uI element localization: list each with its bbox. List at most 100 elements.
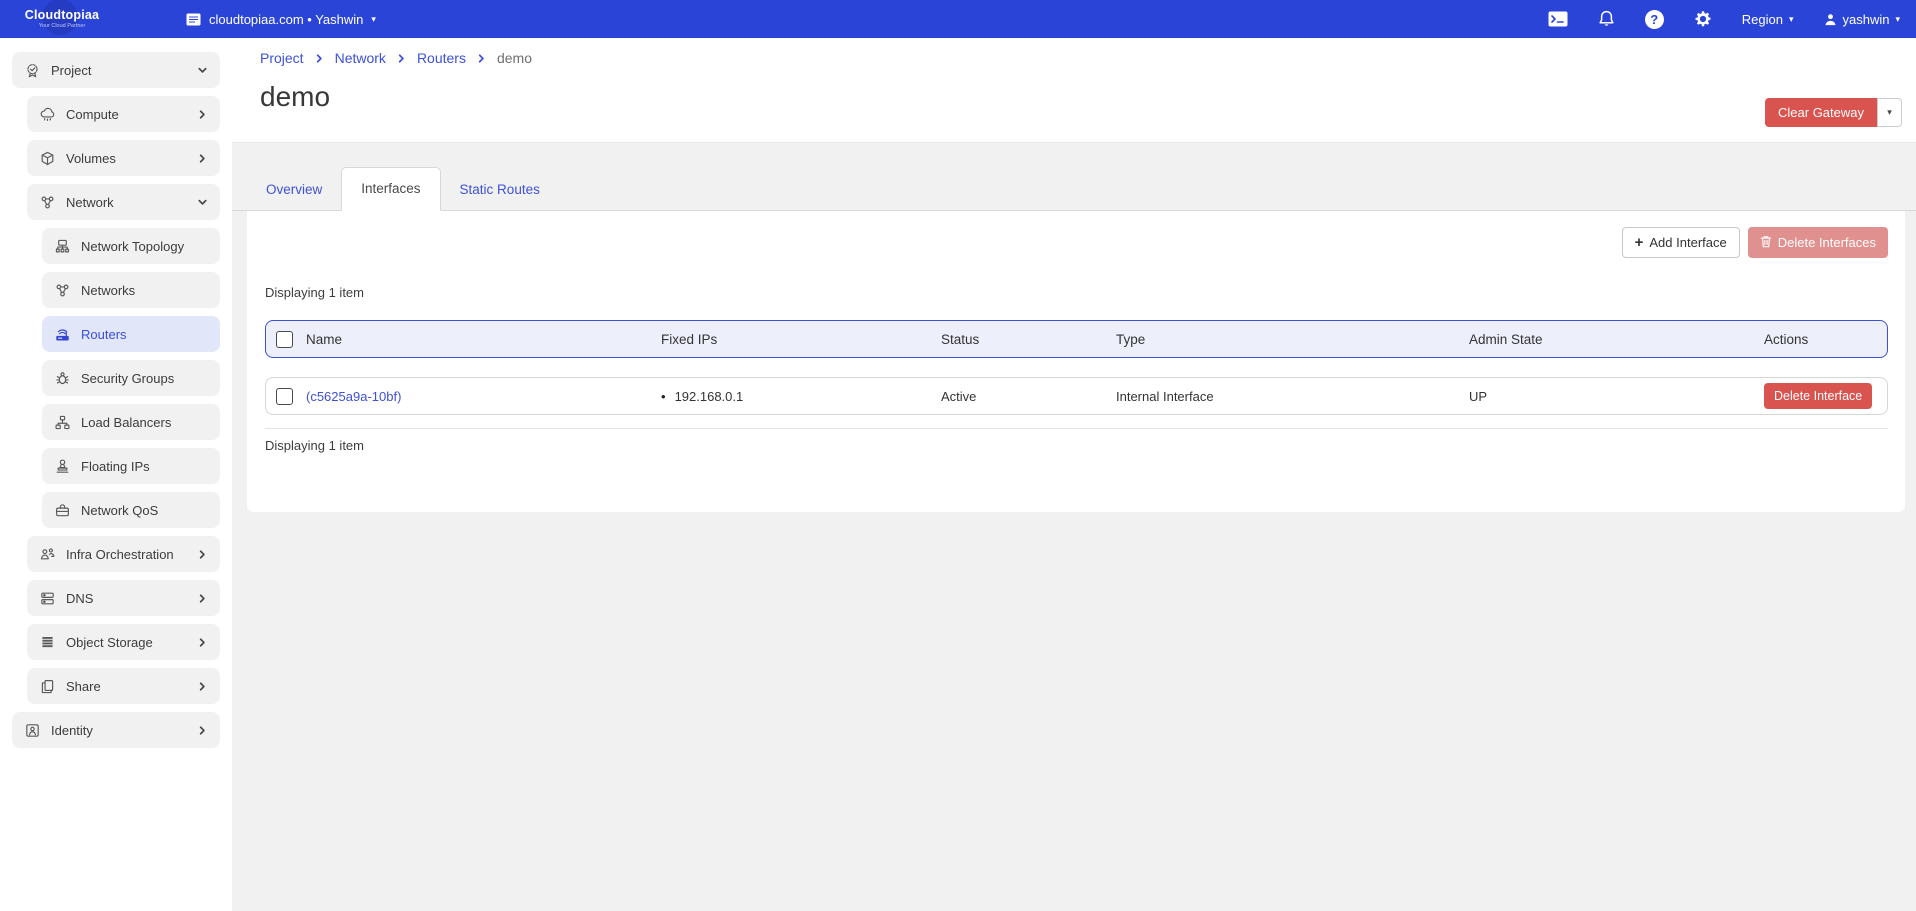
status-value: Active — [941, 389, 1116, 404]
sidebar-item-label: Security Groups — [81, 371, 174, 386]
column-header-name: Name — [306, 332, 661, 347]
domain-project-switcher[interactable]: cloudtopiaa.com • Yashwin ▾ — [186, 12, 376, 27]
sidebar-item-routers[interactable]: Routers — [42, 316, 220, 352]
object-storage-icon — [38, 633, 56, 651]
delete-interfaces-button[interactable]: Delete Interfaces — [1748, 227, 1888, 258]
sidebar-item-project[interactable]: Project — [12, 52, 220, 88]
console-icon[interactable] — [1548, 11, 1568, 27]
sidebar-item-volumes[interactable]: Volumes — [27, 140, 220, 176]
domain-project-label: cloudtopiaa.com • Yashwin — [209, 12, 363, 27]
main-content: Project Network Routers demo demo Clear Gat… — [232, 38, 1916, 911]
sidebar-item-networks[interactable]: Networks — [42, 272, 220, 308]
help-icon[interactable]: ? — [1645, 10, 1664, 29]
page-title: demo — [260, 81, 1916, 113]
sidebar-item-label: Routers — [81, 327, 127, 342]
add-interface-button[interactable]: + Add Interface — [1622, 227, 1740, 258]
brand-tagline: Your Cloud Partner — [14, 23, 110, 29]
network-icon — [38, 193, 56, 211]
brand-logo[interactable]: Cloudtopiaa Your Cloud Partner — [14, 9, 110, 29]
routers-icon — [53, 325, 71, 343]
sidebar-item-dns[interactable]: DNS — [27, 580, 220, 616]
volumes-icon — [38, 149, 56, 167]
column-header-fixed-ips: Fixed IPs — [661, 332, 941, 347]
sidebar-item-load-balancers[interactable]: Load Balancers — [42, 404, 220, 440]
breadcrumb-separator-icon — [476, 53, 487, 64]
sidebar-item-network[interactable]: Network — [27, 184, 220, 220]
load-balancers-icon — [53, 413, 71, 431]
sidebar-item-identity[interactable]: Identity — [12, 712, 220, 748]
sidebar-item-label: Network Topology — [81, 239, 184, 254]
user-label: yashwin — [1843, 12, 1890, 27]
delete-interface-button[interactable]: Delete Interface — [1764, 383, 1872, 409]
breadcrumb-item-demo: demo — [497, 50, 532, 66]
sidebar-item-label: Networks — [81, 283, 135, 298]
sidebar-item-compute[interactable]: Compute — [27, 96, 220, 132]
item-count-footer-text: Displaying 1 item — [265, 438, 1888, 453]
fixed-ip-cell: • 192.168.0.1 — [661, 389, 941, 404]
networks-icon — [53, 281, 71, 299]
select-all-checkbox[interactable] — [276, 331, 293, 348]
type-value: Internal Interface — [1116, 389, 1469, 404]
sidebar-item-share[interactable]: Share — [27, 668, 220, 704]
chevron-right-icon — [197, 681, 208, 692]
sidebar-item-object-storage[interactable]: Object Storage — [27, 624, 220, 660]
sidebar-item-label: DNS — [66, 591, 93, 606]
top-navbar: Cloudtopiaa Your Cloud Partner cloudtopi… — [0, 0, 1916, 38]
sidebar-item-label: Load Balancers — [81, 415, 171, 430]
bullet: • — [661, 389, 666, 404]
sidebar-item-label: Object Storage — [66, 635, 153, 650]
security-groups-icon — [53, 369, 71, 387]
page-header: Project Network Routers demo demo Clear Gat… — [232, 38, 1916, 143]
chevron-down-icon — [197, 65, 208, 76]
gateway-caret-button[interactable]: ▾ — [1877, 98, 1902, 127]
breadcrumb-separator-icon — [314, 53, 325, 64]
network-topology-icon — [53, 237, 71, 255]
navbar-right: ? Region ▾ yashwin ▾ — [1548, 10, 1900, 29]
column-header-admin-state: Admin State — [1469, 332, 1764, 347]
chevron-down-icon: ▾ — [1887, 107, 1892, 118]
sidebar-item-label: Project — [51, 63, 91, 78]
clear-gateway-button[interactable]: Clear Gateway — [1765, 98, 1877, 127]
tab-overview[interactable]: Overview — [247, 169, 341, 211]
column-header-actions: Actions — [1764, 332, 1887, 347]
chevron-down-icon — [197, 197, 208, 208]
breadcrumb-separator-icon — [396, 53, 407, 64]
bell-icon[interactable] — [1598, 10, 1615, 28]
add-interface-label: Add Interface — [1649, 235, 1726, 250]
column-header-type: Type — [1116, 332, 1469, 347]
breadcrumb: Project Network Routers demo — [260, 50, 1916, 66]
floating-ips-icon — [53, 457, 71, 475]
tab-bar: OverviewInterfacesStatic Routes — [232, 143, 1916, 211]
breadcrumb-item-routers[interactable]: Routers — [417, 50, 466, 66]
trash-icon — [1760, 235, 1772, 251]
delete-interfaces-label: Delete Interfaces — [1778, 235, 1876, 250]
project-icon — [23, 61, 41, 79]
region-dropdown[interactable]: Region ▾ — [1742, 12, 1794, 27]
share-icon — [38, 677, 56, 695]
network-qos-icon — [53, 501, 71, 519]
gear-icon[interactable] — [1694, 10, 1712, 28]
chevron-down-icon: ▾ — [1895, 15, 1900, 24]
sidebar-item-network-topology[interactable]: Network Topology — [42, 228, 220, 264]
breadcrumb-item-network[interactable]: Network — [335, 50, 386, 66]
compute-icon — [38, 105, 56, 123]
user-icon — [1824, 13, 1837, 26]
breadcrumb-item-project[interactable]: Project — [260, 50, 304, 66]
table-header-row: NameFixed IPsStatusTypeAdmin StateAction… — [265, 320, 1888, 358]
tab-interfaces[interactable]: Interfaces — [341, 167, 440, 211]
user-dropdown[interactable]: yashwin ▾ — [1824, 12, 1901, 27]
sidebar-item-network-qos[interactable]: Network QoS — [42, 492, 220, 528]
interfaces-panel: + Add Interface Delete Interfaces Displa… — [247, 211, 1905, 512]
sidebar-item-floating-ips[interactable]: Floating IPs — [42, 448, 220, 484]
sidebar-item-label: Volumes — [66, 151, 116, 166]
tab-static-routes[interactable]: Static Routes — [441, 169, 559, 211]
sidebar-item-infra-orchestration[interactable]: Infra Orchestration — [27, 536, 220, 572]
sidebar-item-label: Share — [66, 679, 101, 694]
admin-state-value: UP — [1469, 389, 1764, 404]
chevron-right-icon — [197, 549, 208, 560]
chevron-right-icon — [197, 109, 208, 120]
fixed-ip-value: 192.168.0.1 — [675, 389, 744, 404]
interface-name-link[interactable]: (c5625a9a-10bf) — [306, 389, 401, 404]
row-checkbox[interactable] — [276, 388, 293, 405]
sidebar-item-security-groups[interactable]: Security Groups — [42, 360, 220, 396]
